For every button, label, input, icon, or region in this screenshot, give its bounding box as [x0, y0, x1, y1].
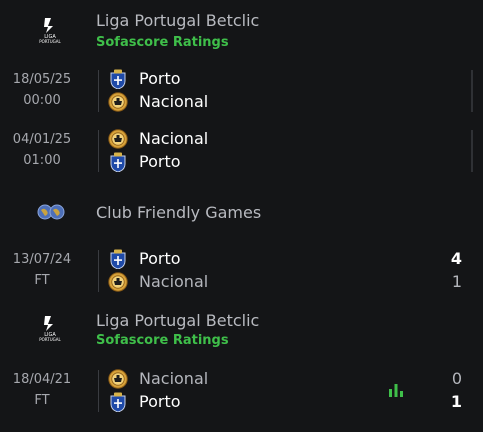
match-row[interactable]: 18/04/21 FT Nacional Porto 0 1 [0, 368, 483, 416]
match-row[interactable]: 13/07/24 FT Porto Nacional 4 1 [0, 248, 483, 296]
match-time-text: FT [34, 273, 50, 288]
home-team-name: Porto [139, 69, 181, 88]
porto-crest-icon [110, 392, 126, 412]
league-header-liga-portugal[interactable]: LIGA PORTUGAL Liga Portugal Betclic Sofa… [0, 8, 483, 58]
home-team: Nacional [108, 128, 368, 150]
match-date-text: 18/04/21 [12, 372, 72, 387]
away-team: Porto [108, 391, 368, 413]
divider [98, 70, 99, 112]
match-date-text: 18/05/25 [12, 72, 72, 87]
match-row[interactable]: 04/01/25 01:00 Nacional Porto [0, 128, 483, 176]
porto-crest-icon [110, 69, 126, 89]
porto-crest-icon [110, 249, 126, 269]
sofascore-ratings-link[interactable]: Sofascore Ratings [96, 333, 229, 348]
nacional-crest-icon [108, 369, 128, 389]
liga-portugal-logo: LIGA PORTUGAL [39, 18, 62, 44]
nacional-crest-icon [108, 92, 128, 112]
row-edge-bar [471, 130, 473, 172]
away-score: 1 [450, 392, 462, 411]
away-team-name: Nacional [139, 272, 209, 291]
away-team-name: Porto [139, 392, 181, 411]
match-row[interactable]: 18/05/25 00:00 Porto Nacional [0, 68, 483, 116]
away-team: Nacional [108, 271, 368, 293]
home-team: Porto [108, 248, 368, 270]
porto-crest-icon [110, 152, 126, 172]
home-team-name: Nacional [139, 129, 209, 148]
row-edge-bar [471, 70, 473, 112]
match-time-text: 00:00 [23, 93, 61, 108]
home-score: 0 [451, 369, 462, 388]
home-team-name: Porto [139, 249, 181, 268]
nacional-crest-icon [108, 272, 128, 292]
club-friendly-globe-icon [37, 204, 65, 220]
away-score: 1 [451, 272, 462, 291]
stats-bar-icon[interactable] [388, 383, 404, 397]
home-team: Nacional [108, 368, 368, 390]
away-team-name: Nacional [139, 92, 209, 111]
divider [98, 370, 99, 412]
divider [98, 130, 99, 172]
league-header-club-friendly[interactable]: Club Friendly Games [0, 196, 483, 228]
match-date-text: 04/01/25 [12, 132, 72, 147]
home-team-name: Nacional [139, 369, 209, 388]
league-name: Liga Portugal Betclic [96, 311, 260, 330]
league-header-liga-portugal[interactable]: LIGA PORTUGAL Liga Portugal Betclic Sofa… [0, 306, 483, 356]
divider [98, 250, 99, 292]
away-team-name: Porto [139, 152, 181, 171]
liga-portugal-logo: LIGA PORTUGAL [39, 316, 62, 342]
away-team: Porto [108, 151, 368, 173]
home-team: Porto [108, 68, 368, 90]
nacional-crest-icon [108, 129, 128, 149]
svg-text:PORTUGAL: PORTUGAL [39, 337, 61, 342]
league-name: Liga Portugal Betclic [96, 11, 260, 30]
home-score: 4 [450, 249, 462, 268]
match-time-text: 01:00 [23, 153, 61, 168]
match-date-text: 13/07/24 [12, 252, 72, 267]
away-team: Nacional [108, 91, 368, 113]
sofascore-ratings-link[interactable]: Sofascore Ratings [96, 35, 229, 50]
league-name: Club Friendly Games [96, 203, 262, 222]
svg-text:PORTUGAL: PORTUGAL [39, 39, 61, 44]
match-time-text: FT [34, 393, 50, 408]
